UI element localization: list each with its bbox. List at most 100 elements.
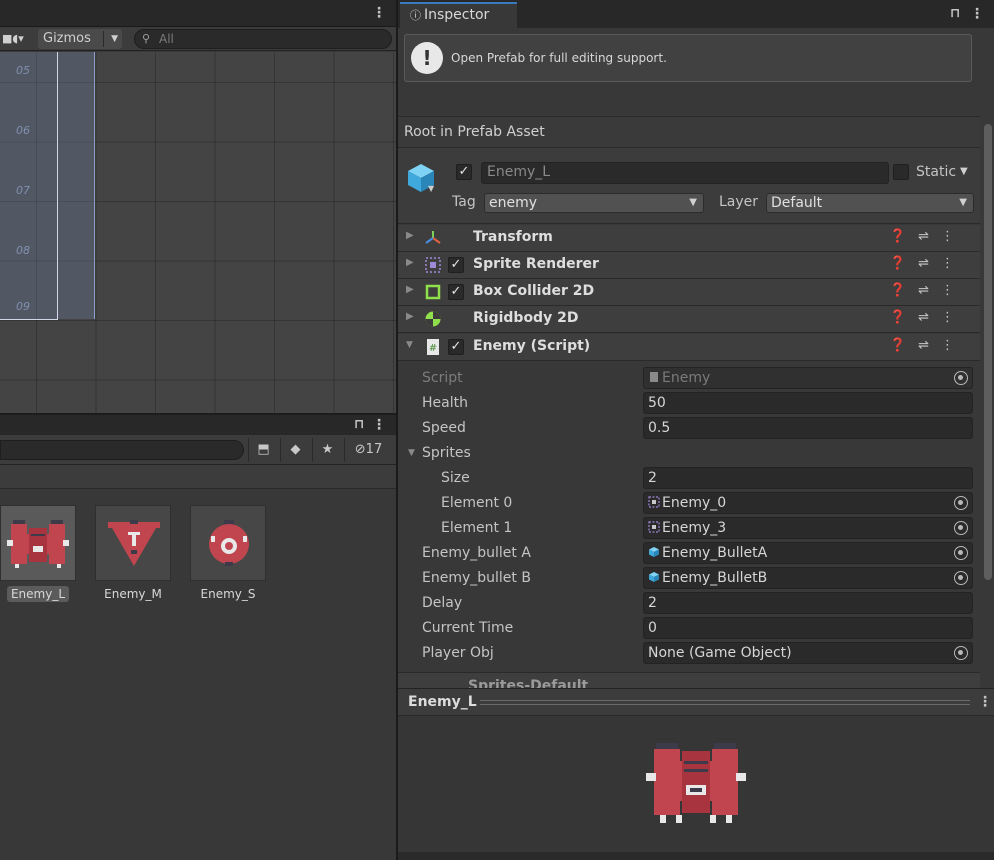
component-rigidbody[interactable]: ▶ Rigidbody 2D ❓⇌⋮ [398,306,980,333]
chevron-down-icon[interactable]: ▼ [111,29,118,49]
preview-header[interactable]: Enemy_L ⋮ [398,689,994,716]
row-label: 05 [16,64,30,77]
chevron-down-icon[interactable]: ▼ [428,184,434,193]
component-name: Sprite Renderer [473,256,599,272]
active-checkbox[interactable]: ✓ [456,164,472,180]
gizmos-button[interactable]: Gizmos ▼ [38,29,122,49]
element0-field[interactable]: Enemy_0 [643,492,973,514]
component-enabled-checkbox[interactable]: ✓ [448,284,464,300]
layer-dropdown[interactable]: Default ▼ [766,193,974,213]
component-enabled-checkbox[interactable]: ✓ [448,339,464,355]
preview-drag-handle[interactable] [480,700,970,705]
asset-enemy-m[interactable]: Enemy_M [95,505,171,602]
fold-arrow-icon[interactable]: ▼ [408,448,415,458]
row-label: 07 [16,184,30,197]
fold-arrow-icon[interactable]: ▼ [406,340,413,350]
speed-label: Speed [422,420,466,436]
element1-field[interactable]: Enemy_3 [643,517,973,539]
component-sprite-renderer[interactable]: ▶ ✓ Sprite Renderer ❓⇌⋮ [398,252,980,279]
bullet-b-field[interactable]: Enemy_BulletB [643,567,973,589]
fold-arrow-icon[interactable]: ▶ [406,230,414,241]
component-name: Enemy (Script) [473,338,591,354]
prefab-notice: ! Open Prefab for full editing support. [404,34,972,82]
scene-search-input[interactable]: ⚲ All [134,29,392,49]
component-tools[interactable]: ❓⇌⋮ [890,256,966,271]
tag-value: enemy [489,195,538,211]
asset-thumbnail [190,505,266,581]
static-label: Static [916,164,957,180]
preview-panel: Enemy_L ⋮ [398,688,994,860]
component-tools[interactable]: ❓⇌⋮ [890,338,966,353]
script-icon: # [427,339,439,355]
lock-icon[interactable]: ⊓ [352,416,366,434]
bullet-a-value: Enemy_BulletA [662,545,768,561]
player-obj-field[interactable]: None (Game Object) [643,642,973,664]
object-picker-icon[interactable] [954,371,968,385]
asset-name: Enemy_M [104,587,162,601]
static-dropdown-icon[interactable]: ▼ [960,166,968,177]
enemy-l-sprite [7,520,69,568]
info-icon: ⓘ [410,9,421,22]
project-search-input[interactable] [0,440,244,460]
hidden-packages-toggle[interactable]: ⊘17 [344,438,392,462]
element1-value: Enemy_3 [662,520,727,536]
gameobject-header: ▼ ✓ Enemy_L Static ▼ Tag enemy ▼ Layer D… [398,148,980,224]
element0-label: Element 0 [441,495,513,511]
asset-enemy-l[interactable]: Enemy_L [0,505,76,602]
svg-text:#: # [429,343,437,354]
object-picker-icon[interactable] [954,546,968,560]
bullet-a-field[interactable]: Enemy_BulletA [643,542,973,564]
component-partial[interactable]: Sprites-Default [398,672,980,688]
tag-label: Tag [452,194,476,210]
tab-inspector[interactable]: ⓘ Inspector [400,2,517,28]
sprites-label[interactable]: Sprites [422,445,471,461]
component-tools[interactable]: ❓⇌⋮ [890,283,966,298]
object-name-field[interactable]: Enemy_L [481,162,889,184]
object-picker-icon[interactable] [954,521,968,535]
project-menu-icon[interactable]: ⋮ [372,416,386,434]
delay-field[interactable]: 2 [643,592,973,614]
element0-value: Enemy_0 [662,495,727,511]
preview-footer [398,852,994,860]
notice-message: Open Prefab for full editing support. [451,51,667,65]
asset-enemy-s[interactable]: Enemy_S [190,505,266,602]
script-field[interactable]: Enemy [643,367,973,389]
size-field[interactable]: 2 [643,467,973,489]
scene-menu-icon[interactable]: ⋮ [372,4,386,22]
health-field[interactable]: 50 [643,392,973,414]
filter-by-label-icon[interactable]: ◆ [280,438,310,462]
delay-label: Delay [422,595,463,611]
tag-dropdown[interactable]: enemy ▼ [484,193,704,213]
fold-arrow-icon[interactable]: ▶ [406,257,414,268]
component-enabled-checkbox[interactable]: ✓ [448,257,464,273]
current-time-field[interactable]: 0 [643,617,973,639]
fold-arrow-icon[interactable]: ▶ [406,284,414,295]
fold-arrow-icon[interactable]: ▶ [406,311,414,322]
favorite-icon[interactable]: ★ [312,438,342,462]
component-box-collider[interactable]: ▶ ✓ Box Collider 2D ❓⇌⋮ [398,279,980,306]
component-tools[interactable]: ❓⇌⋮ [890,229,966,244]
scene-view[interactable]: ⋮ ■◖▾ Gizmos ▼ ⚲ All 05 06 07 08 09 [0,0,396,413]
component-enemy-script[interactable]: ▼ # ✓ Enemy (Script) ❓⇌⋮ [398,334,980,361]
component-tools[interactable]: ❓⇌⋮ [890,310,966,325]
row-label: 08 [16,244,30,257]
camera-icon[interactable]: ■◖▾ [2,29,24,49]
inspector-menu-icon[interactable]: ⋮ [970,5,984,23]
sprite-icon [648,521,660,533]
static-checkbox[interactable] [893,164,909,180]
current-time-label: Current Time [422,620,514,636]
hidden-count: 17 [365,442,383,457]
scene-tab-bar: ⋮ [0,0,396,27]
speed-field[interactable]: 0.5 [643,417,973,439]
lock-icon[interactable]: ⊓ [948,5,962,23]
scene-toolbar: ■◖▾ Gizmos ▼ ⚲ All [0,27,396,51]
component-transform[interactable]: ▶ Transform ❓⇌⋮ [398,225,980,252]
preview-menu-icon[interactable]: ⋮ [978,693,992,711]
object-picker-icon[interactable] [954,571,968,585]
filter-by-type-icon[interactable]: ⬒ [248,438,278,462]
object-picker-icon[interactable] [954,646,968,660]
rigidbody-icon [425,311,441,327]
inspector-scrollbar[interactable] [984,124,992,580]
asset-name: Enemy_L [6,586,70,602]
object-picker-icon[interactable] [954,496,968,510]
